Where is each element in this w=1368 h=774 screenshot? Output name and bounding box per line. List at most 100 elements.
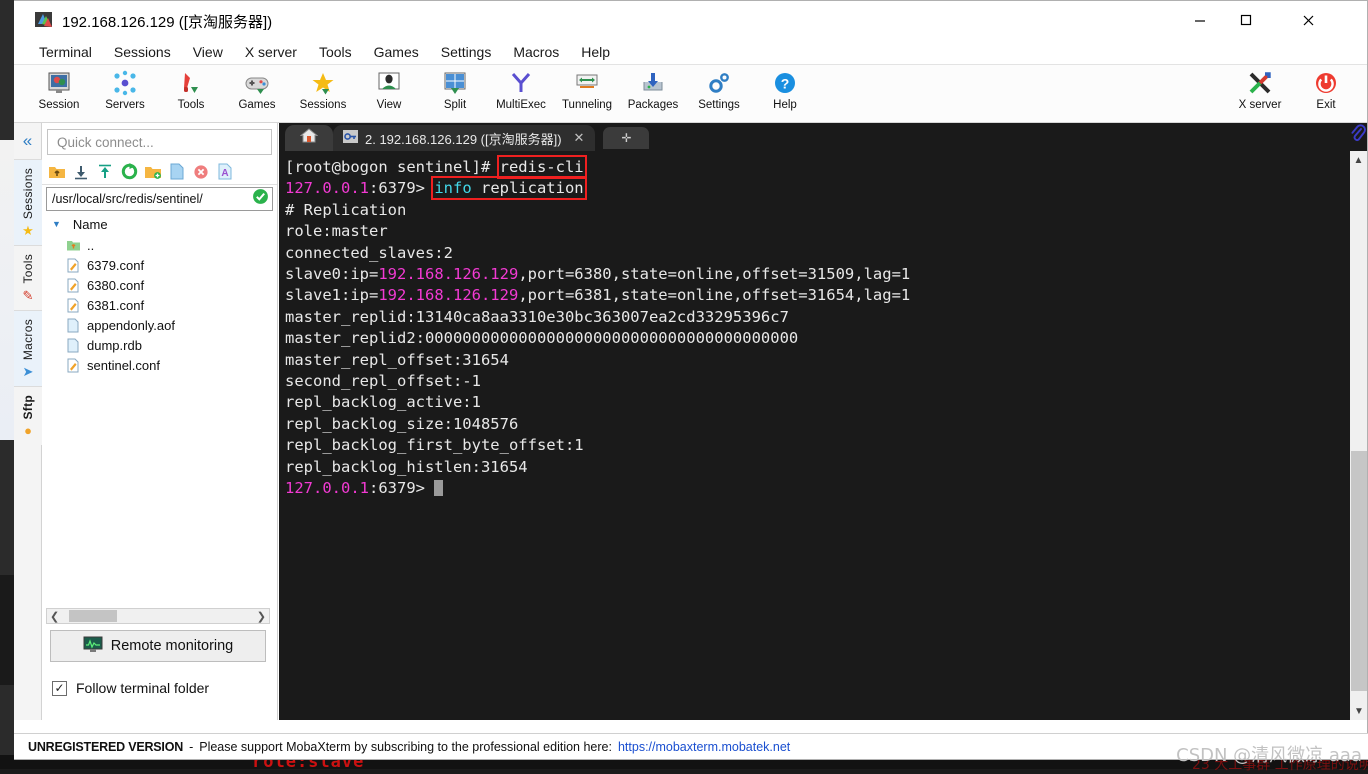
menu-item-view[interactable]: View — [182, 42, 234, 62]
toolbar-button-view[interactable]: View — [356, 65, 422, 111]
toolbar-button-games[interactable]: Games — [224, 65, 290, 111]
tunneling-icon — [554, 68, 620, 98]
edit-text-icon[interactable]: A — [214, 161, 236, 183]
split-icon — [422, 68, 488, 98]
toolbar-label-split: Split — [422, 99, 488, 111]
svg-text:A: A — [221, 168, 228, 179]
window-title: 192.168.126.129 ([京淘服务器]) — [62, 11, 272, 32]
terminal-line: role:master — [285, 221, 1349, 242]
scroll-down-icon[interactable]: ▼ — [1350, 702, 1368, 720]
list-item[interactable]: .. — [42, 235, 277, 255]
toolbar-label-packages: Packages — [620, 99, 686, 111]
conf-file-icon — [64, 257, 82, 273]
minimize-button[interactable] — [1177, 1, 1223, 39]
rail-tab-sftp[interactable]: Sftp ● — [14, 386, 42, 446]
new-folder-icon[interactable] — [142, 161, 164, 183]
new-tab-button[interactable]: ✛ — [603, 127, 649, 149]
toolbar-label-exit: Exit — [1293, 99, 1359, 111]
quick-connect-placeholder: Quick connect... — [57, 135, 154, 150]
follow-terminal-folder-row[interactable]: ✓ Follow terminal folder — [52, 680, 209, 696]
rail-tab-macros[interactable]: Macros ➤ — [14, 310, 42, 386]
quick-connect-input[interactable]: Quick connect... — [47, 129, 272, 155]
scroll-left-icon[interactable]: ❮ — [47, 610, 62, 623]
menu-item-settings[interactable]: Settings — [430, 42, 503, 62]
scroll-right-icon[interactable]: ❯ — [254, 610, 269, 623]
toolbar-button-x-server[interactable]: X server — [1227, 65, 1293, 111]
parent-folder-icon[interactable] — [46, 161, 68, 183]
scroll-up-icon[interactable]: ▲ — [1350, 151, 1367, 169]
toolbar-button-session[interactable]: Session — [26, 65, 92, 111]
main-toolbar: Session Servers Tools — [14, 65, 1367, 123]
command-info-replication: info replication — [434, 179, 583, 197]
terminal-line: repl_backlog_size:1048576 — [285, 414, 1349, 435]
session-tab[interactable]: 2. 192.168.126.129 ([京淘服务器]) ✕ — [333, 125, 595, 151]
terminal-output[interactable]: [root@bogon sentinel]# redis-cli127.0.0.… — [279, 151, 1349, 720]
toolbar-button-multiexec[interactable]: MultiExec — [488, 65, 554, 111]
toolbar-button-servers[interactable]: Servers — [92, 65, 158, 111]
rail-label-sftp: Sftp — [21, 395, 35, 420]
redis-prompt-host: 127.0.0.1 — [285, 179, 369, 197]
conf-file-icon — [64, 357, 82, 373]
mobaxterm-link[interactable]: https://mobaxterm.mobatek.net — [618, 740, 790, 754]
list-item[interactable]: 6381.conf — [42, 295, 277, 315]
remote-monitoring-button[interactable]: Remote monitoring — [50, 630, 266, 662]
list-item[interactable]: dump.rdb — [42, 335, 277, 355]
paperclip-icon[interactable] — [1349, 123, 1367, 151]
list-item[interactable]: 6379.conf — [42, 255, 277, 275]
horizontal-scrollbar[interactable]: ❮ ❯ — [46, 608, 270, 624]
menu-item-games[interactable]: Games — [363, 42, 430, 62]
wrench-icon: ✎ — [23, 289, 34, 302]
toolbar-button-tunneling[interactable]: Tunneling — [554, 65, 620, 111]
menu-item-tools[interactable]: Tools — [308, 42, 363, 62]
menu-item-help[interactable]: Help — [570, 42, 621, 62]
command-keyword: info — [434, 179, 471, 197]
remote-path-input[interactable]: /usr/local/src/redis/sentinel/ — [46, 187, 273, 211]
delete-icon[interactable] — [190, 161, 212, 183]
home-tab[interactable] — [285, 125, 333, 151]
list-item[interactable]: appendonly.aof — [42, 315, 277, 335]
rail-tab-sessions[interactable]: Sessions ★ — [14, 159, 42, 245]
list-item[interactable]: sentinel.conf — [42, 355, 277, 375]
scrollbar-thumb[interactable] — [69, 610, 117, 622]
chevron-down-icon: ▼ — [52, 219, 61, 229]
conf-file-icon — [64, 297, 82, 313]
upload-icon[interactable] — [94, 161, 116, 183]
toolbar-button-help[interactable]: ? Help — [752, 65, 818, 111]
toolbar-button-sessions[interactable]: Sessions — [290, 65, 356, 111]
collapse-sidebar-button[interactable]: « — [14, 123, 41, 159]
toolbar-button-packages[interactable]: Packages — [620, 65, 686, 111]
toolbar-button-settings[interactable]: Settings — [686, 65, 752, 111]
maximize-button[interactable] — [1223, 1, 1269, 39]
rail-tab-tools[interactable]: Tools ✎ — [14, 245, 42, 310]
toolbar-button-tools[interactable]: Tools — [158, 65, 224, 111]
list-item[interactable]: 6380.conf — [42, 275, 277, 295]
title-bar: 192.168.126.129 ([京淘服务器]) — [14, 1, 1367, 39]
terminal-line: second_repl_offset:-1 — [285, 371, 1349, 392]
new-file-icon[interactable] — [166, 161, 188, 183]
menu-item-sessions[interactable]: Sessions — [103, 42, 182, 62]
terminal-scrollbar[interactable]: ▲ ▼ — [1349, 151, 1367, 720]
follow-terminal-folder-checkbox[interactable]: ✓ — [52, 681, 67, 696]
status-dash: - — [189, 740, 193, 754]
menu-item-terminal[interactable]: Terminal — [28, 42, 103, 62]
terminal-line: master_repl_offset:31654 — [285, 350, 1349, 371]
download-icon[interactable] — [70, 161, 92, 183]
sidebar-rail: « Sessions ★ Tools ✎ Macros ➤ Sftp ● — [14, 123, 42, 720]
close-tab-icon[interactable]: ✕ — [569, 130, 590, 146]
file-column-header[interactable]: ▼ Name — [42, 213, 277, 235]
toolbar-button-exit[interactable]: Exit — [1293, 65, 1359, 111]
close-button[interactable] — [1285, 1, 1331, 39]
rail-label-macros: Macros — [21, 319, 35, 360]
menu-item-macros[interactable]: Macros — [502, 42, 570, 62]
toolbar-button-split[interactable]: Split — [422, 65, 488, 111]
refresh-icon[interactable] — [118, 161, 140, 183]
toolbar-label-help: Help — [752, 99, 818, 111]
slave1-details: ,port=6381,state=online,offset=31654,lag… — [518, 286, 910, 304]
terminal-line: master_replid:13140ca8aa3310e30bc363007e… — [285, 307, 1349, 328]
file-name: appendonly.aof — [87, 318, 175, 333]
rail-label-sessions: Sessions — [21, 168, 35, 219]
scrollbar-thumb[interactable] — [1351, 451, 1367, 691]
terminal-line: connected_slaves:2 — [285, 243, 1349, 264]
menu-item-x-server[interactable]: X server — [234, 42, 308, 62]
help-question-icon: ? — [752, 68, 818, 98]
